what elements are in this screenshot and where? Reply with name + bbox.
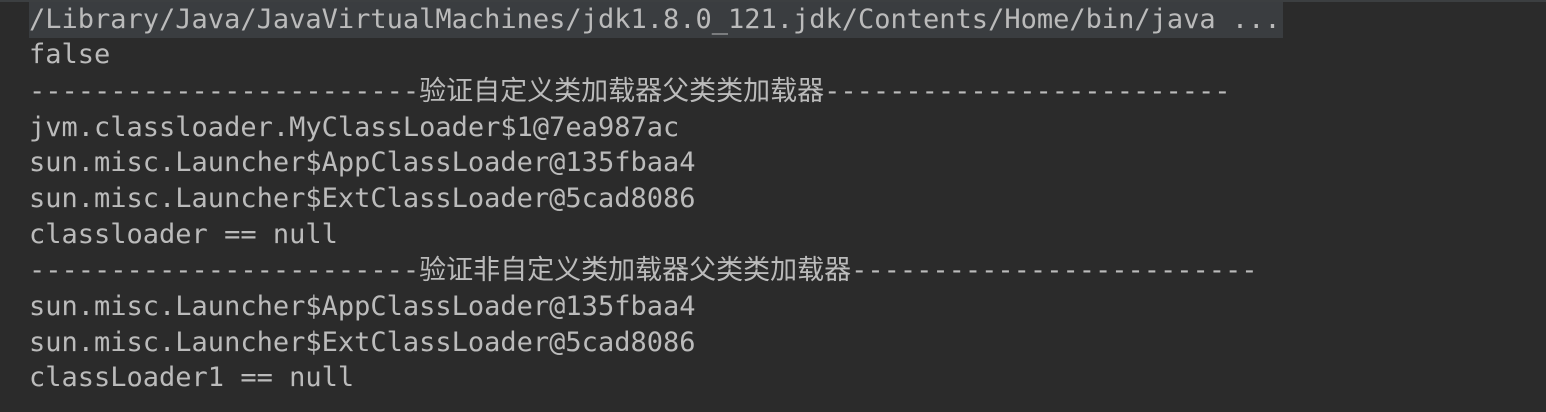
console-line: jvm.classloader.MyClassLoader$1@7ea987ac: [29, 112, 680, 143]
run-console-output[interactable]: /Library/Java/JavaVirtualMachines/jdk1.8…: [0, 0, 1546, 412]
separator-line: ------------------------验证自定义类加载器父类类加载器-…: [29, 76, 1231, 107]
java-command-line[interactable]: /Library/Java/JavaVirtualMachines/jdk1.8…: [29, 2, 1283, 38]
console-line: sun.misc.Launcher$AppClassLoader@135fbaa…: [29, 147, 696, 178]
separator-line: ------------------------验证非自定义类加载器父类类加载器…: [29, 255, 1258, 286]
console-line: sun.misc.Launcher$ExtClassLoader@5cad808…: [29, 327, 696, 358]
console-line: classLoader1 == null: [29, 362, 355, 393]
console-line: sun.misc.Launcher$AppClassLoader@135fbaa…: [29, 291, 696, 322]
console-line: sun.misc.Launcher$ExtClassLoader@5cad808…: [29, 183, 696, 214]
console-line: false: [29, 39, 111, 70]
console-line: classloader == null: [29, 219, 338, 250]
